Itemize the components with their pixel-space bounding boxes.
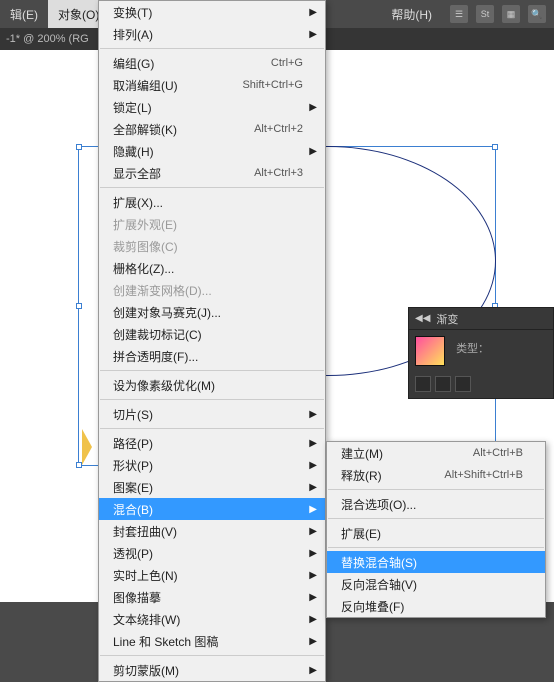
chevron-right-icon: ▶ xyxy=(309,102,317,113)
menu-item-envelope[interactable]: 封套扭曲(V)▶ xyxy=(99,520,325,542)
blend-submenu: 建立(M)Alt+Ctrl+B 释放(R)Alt+Shift+Ctrl+B 混合… xyxy=(326,441,546,618)
chevron-right-icon: ▶ xyxy=(309,504,317,515)
menu-item-show-all[interactable]: 显示全部Alt+Ctrl+3 xyxy=(99,162,325,184)
menu-item-live-paint[interactable]: 实时上色(N)▶ xyxy=(99,564,325,586)
menu-item-pattern[interactable]: 图案(E)▶ xyxy=(99,476,325,498)
menu-item-path[interactable]: 路径(P)▶ xyxy=(99,432,325,454)
submenu-item-release[interactable]: 释放(R)Alt+Shift+Ctrl+B xyxy=(327,464,545,486)
menu-item-text-wrap[interactable]: 文本绕排(W)▶ xyxy=(99,608,325,630)
topbar-icons: ☰ St ▦ 🔍 xyxy=(442,5,554,23)
menu-item-arrange[interactable]: 排列(A)▶ xyxy=(99,23,325,45)
chevron-right-icon: ▶ xyxy=(309,636,317,647)
menu-help[interactable]: 帮助(H) xyxy=(381,6,442,23)
search-icon[interactable]: 🔍 xyxy=(528,5,546,23)
submenu-item-make[interactable]: 建立(M)Alt+Ctrl+B xyxy=(327,442,545,464)
menu-item-lock[interactable]: 锁定(L)▶ xyxy=(99,96,325,118)
chevron-right-icon: ▶ xyxy=(309,438,317,449)
workspace-icon[interactable]: ☰ xyxy=(450,5,468,23)
menu-item-ungroup[interactable]: 取消编组(U)Shift+Ctrl+G xyxy=(99,74,325,96)
menu-item-rasterize[interactable]: 栅格化(Z)... xyxy=(99,257,325,279)
menu-item-unlock-all[interactable]: 全部解锁(K)Alt+Ctrl+2 xyxy=(99,118,325,140)
menu-item-hide[interactable]: 隐藏(H)▶ xyxy=(99,140,325,162)
chevron-right-icon: ▶ xyxy=(309,146,317,157)
submenu-item-options[interactable]: 混合选项(O)... xyxy=(327,493,545,515)
chevron-right-icon: ▶ xyxy=(309,592,317,603)
menu-item-slice[interactable]: 切片(S)▶ xyxy=(99,403,325,425)
submenu-item-reverse-spine[interactable]: 反向混合轴(V) xyxy=(327,573,545,595)
stock-icon[interactable]: St xyxy=(476,5,494,23)
object-menu-dropdown: 变换(T)▶ 排列(A)▶ 编组(G)Ctrl+G 取消编组(U)Shift+C… xyxy=(98,0,326,682)
submenu-item-reverse-front-back[interactable]: 反向堆叠(F) xyxy=(327,595,545,617)
gradient-type-label: 类型： xyxy=(456,336,489,356)
menu-item-perspective[interactable]: 透视(P)▶ xyxy=(99,542,325,564)
close-icon[interactable]: ◀◀ xyxy=(415,313,430,324)
menu-item-blend[interactable]: 混合(B)▶ xyxy=(99,498,325,520)
menu-edit[interactable]: 辑(E) xyxy=(0,0,48,28)
submenu-item-replace-spine[interactable]: 替换混合轴(S) xyxy=(327,551,545,573)
chevron-right-icon: ▶ xyxy=(309,409,317,420)
menu-item-shape[interactable]: 形状(P)▶ xyxy=(99,454,325,476)
chevron-right-icon: ▶ xyxy=(309,460,317,471)
chevron-right-icon: ▶ xyxy=(309,548,317,559)
stroke-option-3[interactable] xyxy=(455,376,471,392)
menu-item-flatten-transparency[interactable]: 拼合透明度(F)... xyxy=(99,345,325,367)
menu-item-object-mosaic[interactable]: 创建对象马赛克(J)... xyxy=(99,301,325,323)
menu-item-expand[interactable]: 扩展(X)... xyxy=(99,191,325,213)
menu-item-image-trace[interactable]: 图像描摹▶ xyxy=(99,586,325,608)
menu-item-gradient-mesh: 创建渐变网格(D)... xyxy=(99,279,325,301)
menu-item-crop-image: 裁剪图像(C) xyxy=(99,235,325,257)
menu-item-pixel-optimize[interactable]: 设为像素级优化(M) xyxy=(99,374,325,396)
menu-item-group[interactable]: 编组(G)Ctrl+G xyxy=(99,52,325,74)
chevron-right-icon: ▶ xyxy=(309,526,317,537)
menu-item-line-sketch[interactable]: Line 和 Sketch 图稿▶ xyxy=(99,630,325,652)
gradient-swatch[interactable] xyxy=(415,336,445,366)
stroke-option-2[interactable] xyxy=(435,376,451,392)
submenu-item-expand[interactable]: 扩展(E) xyxy=(327,522,545,544)
menu-item-expand-appearance: 扩展外观(E) xyxy=(99,213,325,235)
menu-item-trim-marks[interactable]: 创建裁切标记(C) xyxy=(99,323,325,345)
chevron-right-icon: ▶ xyxy=(309,665,317,676)
chevron-right-icon: ▶ xyxy=(309,482,317,493)
chevron-right-icon: ▶ xyxy=(309,570,317,581)
chevron-right-icon: ▶ xyxy=(309,7,317,18)
menu-item-clipping-mask[interactable]: 剪切蒙版(M)▶ xyxy=(99,659,325,681)
menu-item-transform[interactable]: 变换(T)▶ xyxy=(99,1,325,23)
stroke-option-1[interactable] xyxy=(415,376,431,392)
panel-tab-gradient[interactable]: 渐变 xyxy=(430,311,547,327)
color-indicator xyxy=(82,429,92,465)
arrange-icon[interactable]: ▦ xyxy=(502,5,520,23)
gradient-panel: ◀◀ 渐变 类型： xyxy=(408,307,554,399)
chevron-right-icon: ▶ xyxy=(309,29,317,40)
chevron-right-icon: ▶ xyxy=(309,614,317,625)
